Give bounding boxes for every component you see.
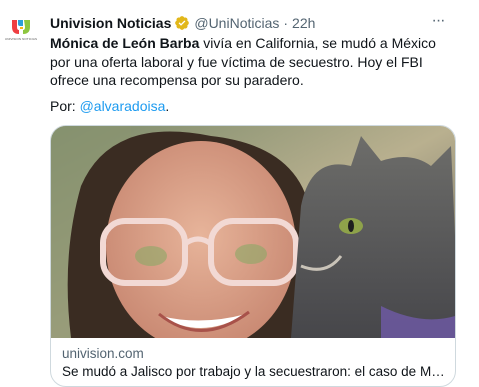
tweet-byline: Por: @alvaradoisa. bbox=[50, 98, 169, 114]
card-domain[interactable]: univision.com bbox=[62, 346, 144, 361]
card-title[interactable]: Se mudó a Jalisco por trabajo y la secue… bbox=[62, 364, 447, 379]
author-handle[interactable]: @UniNoticias bbox=[194, 15, 279, 31]
more-options-icon[interactable]: ··· bbox=[427, 12, 449, 34]
verified-badge-icon[interactable] bbox=[174, 15, 190, 31]
avatar-caption: UNIVISION NOTICIAS bbox=[4, 37, 38, 41]
link-preview-card[interactable]: univision.com Se mudó a Jalisco por trab… bbox=[50, 125, 456, 387]
byline-suffix: . bbox=[165, 98, 170, 114]
header-separator: · bbox=[283, 15, 289, 31]
author-avatar[interactable]: UNIVISION NOTICIAS bbox=[4, 18, 38, 52]
card-image[interactable] bbox=[51, 126, 455, 338]
tweet-text-bold: Mónica de León Barba bbox=[50, 35, 200, 51]
tweet-text: Mónica de León Barba vivía en California… bbox=[50, 34, 460, 90]
univision-logo-icon bbox=[12, 20, 30, 34]
byline-prefix: Por: bbox=[50, 98, 80, 114]
author-name[interactable]: Univision Noticias bbox=[50, 15, 171, 31]
mention-link[interactable]: @alvaradoisa bbox=[80, 98, 166, 114]
tweet-header: Univision Noticias @UniNoticias · 22h bbox=[50, 13, 459, 33]
tweet-timestamp[interactable]: 22h bbox=[292, 15, 315, 31]
tweet[interactable]: UNIVISION NOTICIAS Univision Noticias @U… bbox=[0, 0, 479, 387]
